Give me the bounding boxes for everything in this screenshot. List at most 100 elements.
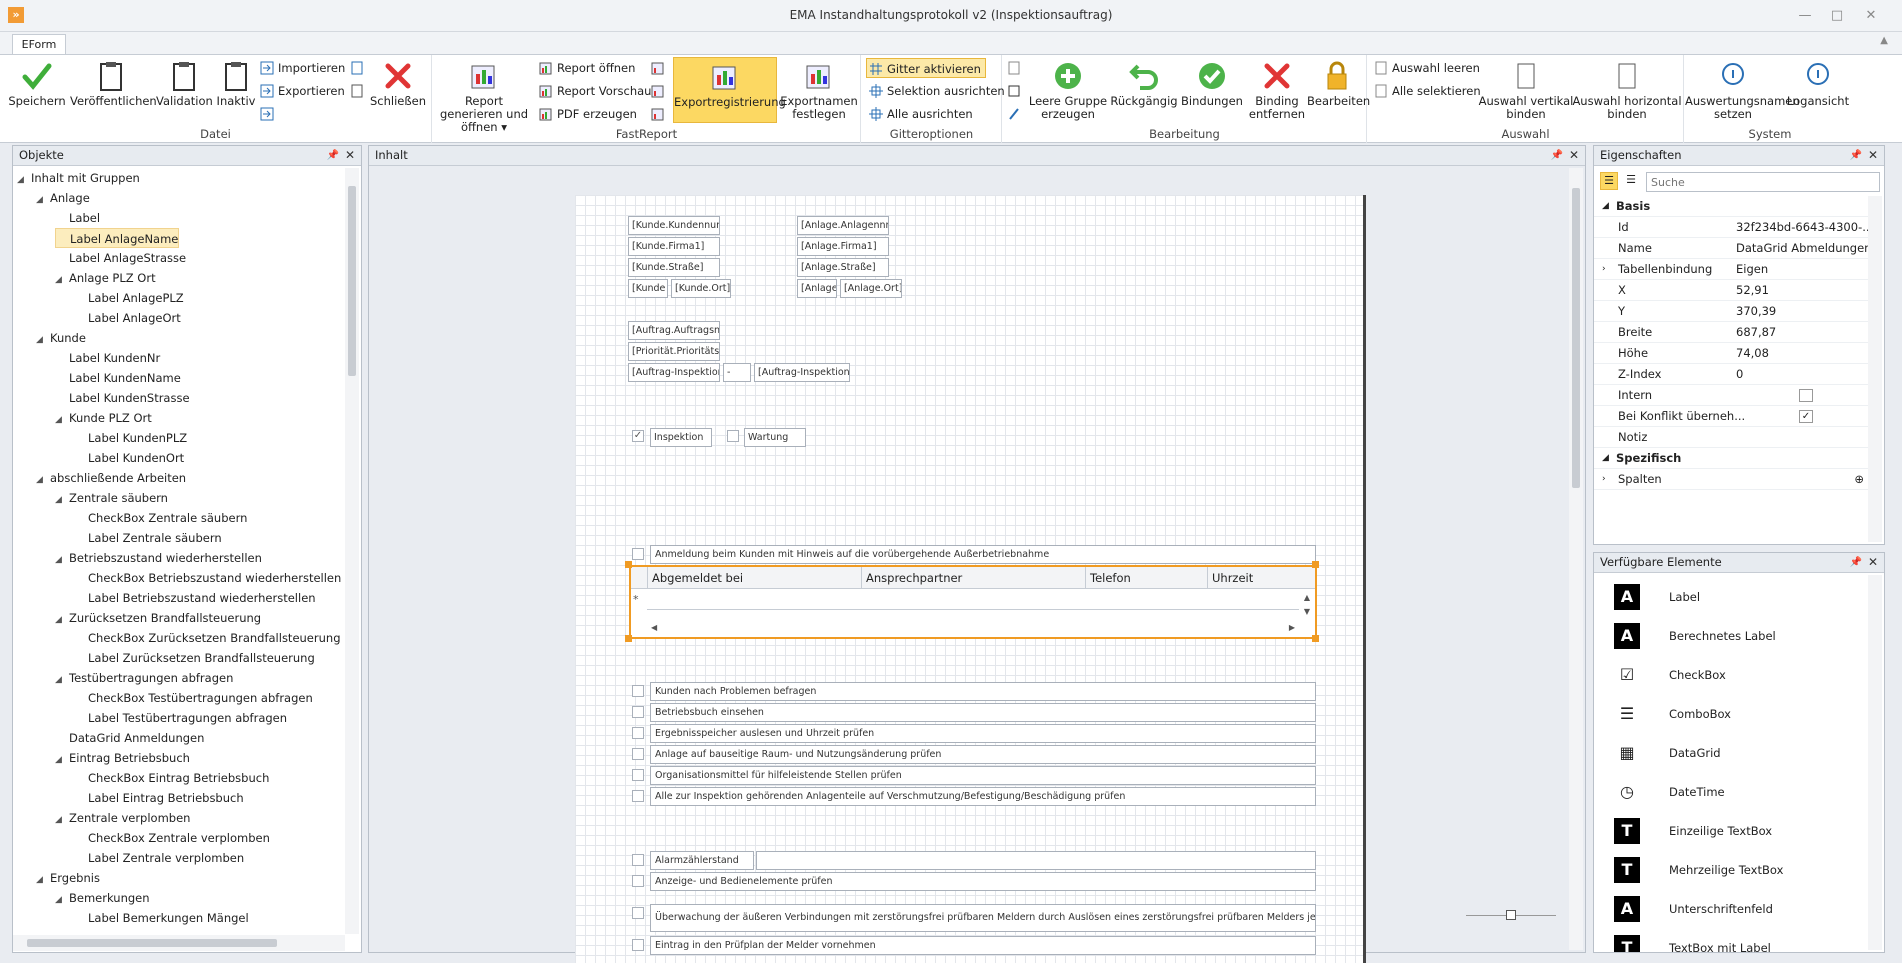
- bearbeiten-button[interactable]: Bearbeiten: [1307, 57, 1370, 125]
- scroll-thumb[interactable]: [348, 186, 356, 376]
- maximize-button[interactable]: □: [1824, 6, 1850, 26]
- element-item[interactable]: T TextBox mit Label: [1614, 930, 1771, 952]
- tree-node[interactable]: CheckBox Zurücksetzen Brandfallsteuerung: [74, 628, 341, 648]
- element-item[interactable]: ◷ DateTime: [1614, 774, 1725, 810]
- tree-node[interactable]: ◢ Zurücksetzen Brandfallsteuerung: [55, 608, 261, 628]
- auswertungsnamen-button[interactable]: Auswertungsnamen setzen: [1685, 57, 1800, 125]
- tab-eform[interactable]: EForm: [12, 34, 66, 55]
- element-item[interactable]: T Einzeilige TextBox: [1614, 813, 1772, 849]
- exportnamen-button[interactable]: Exportnamen festlegen: [779, 57, 859, 125]
- task-checkbox[interactable]: [632, 685, 644, 697]
- kunde-field[interactable]: [Kunde.Ort]: [671, 279, 731, 298]
- elements-scrollbar[interactable]: [1868, 575, 1882, 950]
- expander-icon[interactable]: ◢: [55, 890, 69, 910]
- category-basis[interactable]: ◢ Basis: [1594, 196, 1868, 217]
- tree-node[interactable]: Label Betriebszustand wiederherstellen: [74, 588, 316, 608]
- element-item[interactable]: ▦ DataGrid: [1614, 735, 1720, 771]
- property-row[interactable]: Notiz: [1594, 427, 1868, 448]
- pdf-erzeugen-button[interactable]: PDF erzeugen: [537, 104, 637, 124]
- property-row[interactable]: Z-Index 0: [1594, 364, 1868, 385]
- expander-icon[interactable]: ◢: [55, 490, 69, 510]
- tree-node[interactable]: Label Zentrale säubern: [74, 528, 222, 548]
- expander-icon[interactable]: ◢: [55, 550, 69, 570]
- tree-node[interactable]: Label KundenStrasse: [55, 388, 190, 408]
- tree-node[interactable]: Label AnlagePLZ: [74, 288, 184, 308]
- auftrag-field[interactable]: [Auftrag.Auftragsnr: [628, 321, 720, 340]
- anlage-field[interactable]: [Anlage.Straße]: [797, 258, 889, 277]
- tree-node[interactable]: Label Bemerkungen Mängel: [74, 908, 249, 928]
- anlage-field[interactable]: [Anlage: [797, 279, 837, 298]
- collapse-ribbon-icon[interactable]: ▲: [1880, 35, 1888, 46]
- tree-node[interactable]: Label KundenName: [55, 368, 181, 388]
- anlage-field[interactable]: [Anlage.Firma1]: [797, 237, 889, 256]
- inaktiv-button[interactable]: Inaktiv: [214, 57, 258, 125]
- expander-icon[interactable]: ◢: [36, 870, 50, 890]
- task-checkbox[interactable]: [632, 875, 644, 887]
- property-value[interactable]: Eigen: [1736, 259, 1876, 280]
- tree-node[interactable]: ◢ Anlage: [36, 188, 90, 208]
- tree-node[interactable]: ◢ Kunde PLZ Ort: [55, 408, 152, 428]
- expander-icon[interactable]: ◢: [55, 410, 69, 430]
- exportieren-button[interactable]: Exportieren: [258, 81, 345, 101]
- tree-node[interactable]: Label KundenNr: [55, 348, 160, 368]
- close-window-button[interactable]: ✕: [1858, 6, 1884, 26]
- property-value[interactable]: 370,39: [1736, 301, 1876, 322]
- copy-small-button[interactable]: [1005, 58, 1025, 78]
- wartung-checkbox[interactable]: [727, 430, 739, 442]
- validation-button[interactable]: Validation: [156, 57, 213, 125]
- pin-icon[interactable]: 📌: [1551, 146, 1563, 165]
- tree-node[interactable]: ◢ Zentrale säubern: [55, 488, 168, 508]
- resize-handle[interactable]: [625, 635, 632, 642]
- property-value[interactable]: 32f234bd-6643-4300-...: [1736, 217, 1876, 238]
- categorized-view-icon[interactable]: ☰: [1600, 172, 1618, 190]
- tree-node[interactable]: ◢ Testübertragungen abfragen: [55, 668, 233, 688]
- column-header[interactable]: Telefon: [1085, 567, 1207, 589]
- tree-node[interactable]: ◢ Inhalt mit Gruppen: [17, 168, 140, 188]
- gitter-aktivieren-button[interactable]: Gitter aktivieren: [866, 58, 986, 78]
- kunde-field[interactable]: [Kunde.Straße]: [628, 258, 720, 277]
- expander-icon[interactable]: ›: [1602, 259, 1606, 280]
- expander-icon[interactable]: ◢: [36, 190, 50, 210]
- expander-icon[interactable]: ◢: [55, 270, 69, 290]
- task-checkbox[interactable]: [632, 907, 644, 919]
- element-item[interactable]: A Label: [1614, 579, 1700, 615]
- report-generieren-button[interactable]: Report generieren und öffnen ▾: [435, 57, 533, 134]
- tree-node[interactable]: ◢ abschließende Arbeiten: [36, 468, 186, 488]
- rueckgaengig-button[interactable]: Rückgängig: [1109, 57, 1179, 125]
- property-row[interactable]: Bei Konflikt überneh... ✓: [1594, 406, 1868, 427]
- property-value[interactable]: [1799, 389, 1813, 402]
- task-checkbox[interactable]: [632, 790, 644, 802]
- anlage-field[interactable]: [Anlage.Anlagennr.: [797, 216, 889, 235]
- content-vertical-scrollbar[interactable]: [1569, 168, 1583, 950]
- bindungen-button[interactable]: Bindungen: [1179, 57, 1245, 125]
- datagrid-hscroll[interactable]: ◀ ▶: [647, 621, 1299, 635]
- speichern-button[interactable]: Speichern: [8, 57, 66, 125]
- tree-node[interactable]: ◢ Zentrale verplomben: [55, 808, 190, 828]
- property-row[interactable]: Y 370,39: [1594, 301, 1868, 322]
- tree-node[interactable]: CheckBox Betriebszustand wiederherstelle…: [74, 568, 341, 588]
- task-checkbox[interactable]: [632, 854, 644, 866]
- close-icon[interactable]: ✕: [345, 146, 355, 165]
- property-value[interactable]: 687,87: [1736, 322, 1876, 343]
- arrow-left-icon[interactable]: ◀: [651, 621, 657, 635]
- tree-node[interactable]: Label AnlageStrasse: [55, 248, 186, 268]
- tree-node[interactable]: Label KundenOrt: [74, 448, 184, 468]
- datagrid-vscroll[interactable]: ▲ ▼: [1301, 591, 1313, 619]
- task-checkbox[interactable]: [632, 706, 644, 718]
- tree-node[interactable]: Label Zentrale verplomben: [74, 848, 244, 868]
- property-value[interactable]: DataGrid Abmeldungen: [1736, 238, 1876, 259]
- property-row[interactable]: Name DataGrid Abmeldungen: [1594, 238, 1871, 259]
- element-item[interactable]: A Berechnetes Label: [1614, 618, 1776, 654]
- expander-icon[interactable]: ◢: [36, 470, 50, 490]
- tree-node[interactable]: ◢ Ergebnis: [36, 868, 100, 888]
- tree-node[interactable]: CheckBox Zentrale säubern: [74, 508, 247, 528]
- add-icon[interactable]: ⊕: [1854, 469, 1864, 490]
- tree-node[interactable]: ◢ Betriebszustand wiederherstellen: [55, 548, 262, 568]
- category-spezifisch[interactable]: ◢ Spezifisch: [1594, 448, 1868, 469]
- expander-icon[interactable]: ◢: [55, 750, 69, 770]
- element-item[interactable]: T Mehrzeilige TextBox: [1614, 852, 1783, 888]
- leere-gruppe-button[interactable]: Leere Gruppe erzeugen: [1027, 57, 1109, 125]
- alle-selektieren-button[interactable]: Alle selektieren: [1372, 81, 1481, 101]
- expander-icon[interactable]: ◢: [1602, 448, 1609, 469]
- property-row[interactable]: Id 32f234bd-6643-4300-...: [1594, 217, 1873, 238]
